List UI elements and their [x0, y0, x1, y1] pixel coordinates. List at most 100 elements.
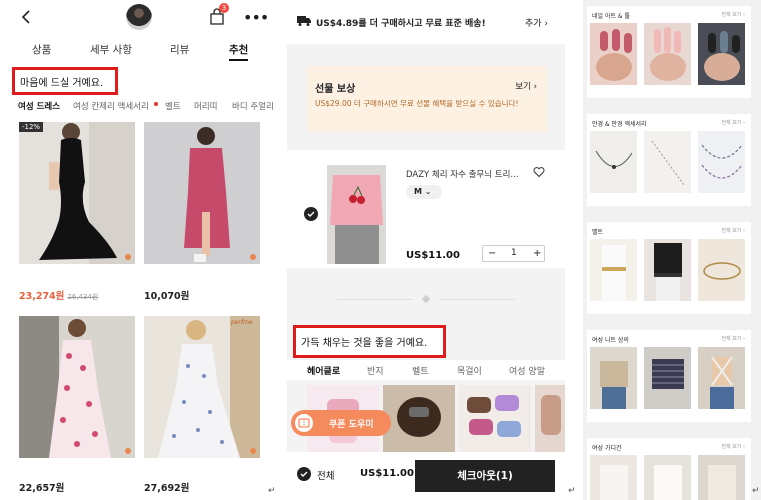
new-dot [154, 102, 158, 106]
product-price: 27,692원 [144, 483, 190, 494]
rec-product-image[interactable] [459, 385, 531, 455]
checkout-button[interactable]: 체크아웃(1) [415, 460, 555, 492]
product-image[interactable] [19, 316, 135, 458]
tab-details[interactable]: 세부 사항 [90, 42, 132, 57]
category-panel: 네일 아트 & 툴 전체 보기 › 안경 & 안경 액세서리 전체 보기 › 벨… [583, 0, 761, 500]
category-thumbnail[interactable] [698, 455, 745, 500]
product-price: 22,657원 [19, 483, 65, 494]
product-image[interactable]: -12% [19, 122, 135, 264]
product-card[interactable]: 22,657원 [19, 316, 135, 494]
category-thumbnail[interactable] [698, 239, 745, 301]
minus-button[interactable]: − [488, 246, 496, 261]
view-all-link[interactable]: 전체 보기 › [721, 11, 745, 18]
rec-tab-hairclaw[interactable]: 헤어클로 [307, 364, 340, 377]
gift-title: 선물 보상 [315, 84, 356, 95]
rec-tab-necklaces[interactable]: 목걸이 [457, 364, 482, 377]
brand-watermark: perfme [231, 319, 253, 326]
product-tabs: 상품 세부 사항 리뷰 추천 [0, 42, 277, 62]
category-row: 여성 드레스 여성 칸제리 액세서리 벨트 머리띠 바디 주얼리 [0, 100, 277, 114]
shipping-message: US$4.89를 더 구매하시고 무료 표준 배송! [316, 19, 486, 29]
category-thumbnail[interactable] [644, 239, 691, 301]
category-section-nail-art: 네일 아트 & 툴 전체 보기 › [587, 6, 751, 98]
category-section-cardigans: 여성 가디건 전체 보기 › [587, 438, 751, 500]
color-dot [125, 448, 131, 454]
rec-product-image[interactable] [535, 385, 565, 455]
view-all-link[interactable]: 전체 보기 › [721, 335, 745, 342]
category-body-jewelry[interactable]: 바디 주얼리 [232, 100, 274, 112]
shipping-add-link[interactable]: 추가 › [525, 16, 548, 29]
product-price: 23,274원 26,434원 [19, 291, 99, 302]
category-thumbnail[interactable] [590, 23, 637, 85]
view-all-link[interactable]: 전체 보기 › [721, 227, 745, 234]
view-all-link[interactable]: 전체 보기 › [721, 119, 745, 126]
category-thumbnail[interactable] [590, 347, 637, 409]
product-image[interactable]: perfme [144, 316, 260, 458]
divider [337, 299, 412, 300]
section-title: 안경 & 안경 액세서리 [592, 121, 647, 128]
category-thumbnail[interactable] [698, 23, 745, 85]
top-bar: 3 ••• [0, 0, 277, 36]
section-title: 네일 아트 & 툴 [592, 13, 631, 20]
shipping-banner[interactable]: US$4.89를 더 구매하시고 무료 표준 배송! 추가 › [287, 0, 565, 44]
cart-item-image[interactable] [327, 165, 386, 264]
product-card[interactable]: perfme 27,692원 [144, 316, 260, 494]
product-image[interactable] [144, 122, 260, 264]
category-headbands[interactable]: 머리띠 [194, 100, 217, 112]
more-options-icon[interactable]: ••• [243, 8, 269, 27]
category-thumbnail[interactable] [698, 347, 745, 409]
recommend-tabs: 헤어클로 반지 벨트 목걸이 여성 양말 [287, 360, 565, 380]
cart-item-name[interactable]: DAZY 체리 자수 출무늬 트리... [406, 168, 519, 180]
tab-recommend[interactable]: 추천 [229, 42, 249, 61]
category-thumbnail[interactable] [644, 131, 691, 193]
category-thumbnail[interactable] [698, 131, 745, 193]
quantity-value[interactable]: 1 [511, 246, 517, 261]
category-thumbnail[interactable] [590, 239, 637, 301]
original-price: 26,434원 [67, 293, 99, 301]
category-thumbnail[interactable] [590, 131, 637, 193]
category-dresses[interactable]: 여성 드레스 [18, 100, 60, 112]
gift-view-link[interactable]: 보기 › [515, 80, 537, 92]
size-selector[interactable]: M ⌄ [406, 185, 442, 199]
gift-description: US$29.00 더 구매하시면 무료 선물 혜택을 받으실 수 있습니다! [315, 99, 519, 108]
product-thumbnail[interactable] [126, 4, 152, 30]
paragraph-mark: ↵ [752, 486, 760, 496]
product-detail-panel: 3 ••• 상품 세부 사항 리뷰 추천 마음에 드실 거예요. 여성 드레스 … [0, 0, 277, 500]
category-thumbnail[interactable] [644, 455, 691, 500]
select-all-label[interactable]: 전체 [317, 468, 334, 482]
category-section-knit-tops: 여성 니트 상의 전체 보기 › [587, 330, 751, 422]
view-all-link[interactable]: 전체 보기 › [721, 443, 745, 450]
check-icon [300, 471, 308, 477]
category-belts[interactable]: 벨트 [165, 100, 181, 112]
section-title: 여성 가디건 [592, 445, 622, 452]
heart-icon[interactable] [533, 166, 545, 178]
quantity-stepper: − 1 + [482, 245, 545, 262]
truck-icon [297, 16, 311, 26]
color-dot [125, 254, 131, 260]
check-icon [307, 211, 315, 217]
rec-tab-rings[interactable]: 반지 [367, 364, 384, 377]
select-all-checkbox[interactable] [297, 467, 311, 481]
product-card[interactable]: 10,070원 [144, 122, 260, 302]
category-thumbnail[interactable] [644, 23, 691, 85]
rec-tab-socks[interactable]: 여성 양말 [509, 364, 545, 377]
category-thumbnail[interactable] [590, 455, 637, 500]
cart-item-price: US$11.00 [406, 250, 460, 261]
tab-products[interactable]: 상품 [32, 42, 51, 57]
category-thumbnail[interactable] [644, 347, 691, 409]
product-card[interactable]: -12% 23,274원 26,434원 [19, 122, 135, 302]
back-arrow-icon[interactable] [19, 9, 33, 25]
tab-reviews[interactable]: 리뷰 [170, 42, 189, 57]
cart-count-badge: 3 [219, 3, 229, 13]
checkout-bar: 전체 US$11.00 체크아웃(1) [287, 452, 565, 500]
chevron-down-icon: ⌄ [424, 187, 432, 196]
coupon-helper-button[interactable]: 쿠폰 도우미 [291, 410, 391, 436]
rec-product-image[interactable] [383, 385, 455, 455]
category-section-eyewear: 안경 & 안경 액세서리 전체 보기 › [587, 114, 751, 206]
section-title: 여성 니트 상의 [592, 337, 629, 344]
item-checkbox[interactable] [304, 207, 318, 221]
rec-tab-belts[interactable]: 벨트 [412, 364, 429, 377]
product-price: 10,070원 [144, 291, 190, 302]
plus-button[interactable]: + [533, 246, 541, 261]
gift-reward-card[interactable]: 선물 보상 보기 › US$29.00 더 구매하시면 무료 선물 혜택을 받으… [307, 66, 547, 132]
category-lingerie-accessories[interactable]: 여성 칸제리 액세서리 [73, 100, 149, 112]
